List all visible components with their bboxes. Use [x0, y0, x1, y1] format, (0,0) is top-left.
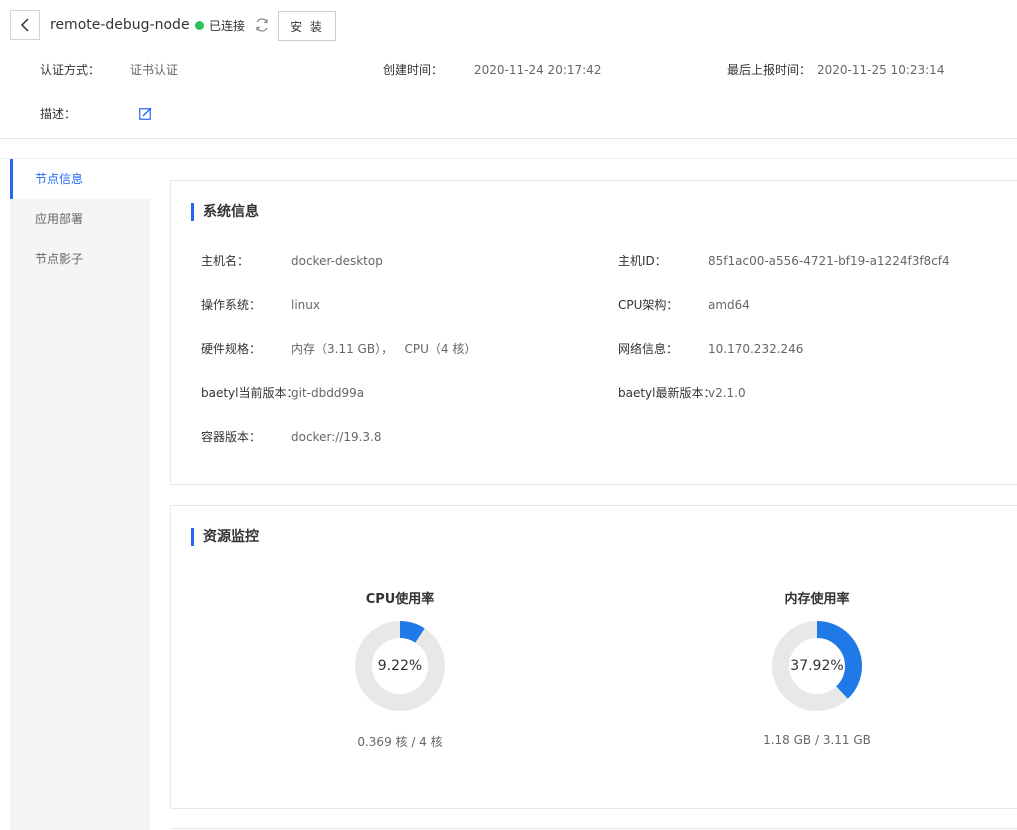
hardware-label: 硬件规格： — [201, 342, 262, 356]
side-menu: 节点信息 应用部署 节点影子 — [10, 159, 150, 830]
next-card-edge — [170, 828, 1017, 829]
baetyl-latest-label: baetyl最新版本： — [618, 386, 716, 400]
menu-item-node-info[interactable]: 节点信息 — [10, 159, 150, 199]
arch-label: CPU架构： — [618, 298, 679, 312]
auth-label: 认证方式： — [40, 63, 101, 77]
install-button[interactable]: 安 装 — [278, 11, 336, 41]
description-label: 描述： — [40, 107, 77, 121]
os-value: linux — [291, 298, 320, 312]
hostname-value: docker-desktop — [291, 254, 383, 268]
resource-monitor-card: 资源监控 CPU使用率 9.22% 0.369 核 / 4 核 内存使用率 37… — [170, 505, 1017, 809]
menu-item-node-shadow[interactable]: 节点影子 — [10, 239, 150, 279]
system-info-title: 系统信息 — [191, 202, 259, 222]
baetyl-current-value: git-dbdd99a — [291, 386, 365, 400]
network-label: 网络信息： — [618, 342, 679, 356]
memory-usage-detail: 1.18 GB / 3.11 GB — [763, 733, 871, 747]
chevron-left-icon — [20, 18, 29, 32]
reported-label: 最后上报时间： — [727, 63, 812, 77]
auth-value: 证书认证 — [130, 63, 179, 77]
baetyl-current-label: baetyl当前版本： — [201, 386, 299, 400]
refresh-icon[interactable] — [254, 17, 270, 33]
cpu-usage-gauge: 9.22% — [354, 620, 446, 712]
back-button[interactable] — [10, 10, 40, 40]
cpu-usage-percent: 9.22% — [377, 658, 423, 674]
memory-usage-gauge: 37.92% — [771, 620, 863, 712]
resource-monitor-title: 资源监控 — [191, 527, 259, 547]
hardware-value: 内存（3.11 GB）， CPU（4 核） — [291, 342, 477, 356]
reported-value: 2020-11-25 10:23:14 — [817, 63, 945, 77]
cpu-usage-detail: 0.369 核 / 4 核 — [357, 735, 443, 749]
os-label: 操作系统： — [201, 298, 262, 312]
arch-value: amd64 — [708, 298, 750, 312]
created-value: 2020-11-24 20:17:42 — [474, 63, 602, 77]
system-info-card: 系统信息 主机名： docker-desktop 主机ID： 85f1ac00-… — [170, 180, 1017, 485]
container-label: 容器版本： — [201, 430, 262, 444]
edit-icon[interactable] — [139, 107, 152, 120]
memory-usage-percent: 37.92% — [790, 658, 844, 674]
created-label: 创建时间： — [383, 63, 444, 77]
cpu-usage-title: CPU使用率 — [365, 592, 435, 607]
baetyl-latest-value: v2.1.0 — [708, 386, 746, 400]
hostid-value: 85f1ac00-a556-4721-bf19-a1224f3f8cf4 — [708, 254, 950, 268]
section-divider — [0, 158, 1017, 159]
hostname-label: 主机名： — [201, 254, 250, 268]
network-value: 10.170.232.246 — [708, 342, 804, 356]
container-value: docker://19.3.8 — [291, 430, 382, 444]
menu-item-app-deploy[interactable]: 应用部署 — [10, 199, 150, 239]
status-text: 已连接 — [209, 18, 246, 33]
node-name: remote-debug-node — [50, 17, 190, 33]
node-header: remote-debug-node 已连接 安 装 认证方式： 证书认证 创建时… — [0, 0, 1017, 139]
hostid-label: 主机ID： — [618, 254, 667, 268]
status-dot-icon — [195, 20, 204, 30]
memory-usage-title: 内存使用率 — [784, 592, 850, 607]
connection-status: 已连接 — [195, 15, 245, 35]
